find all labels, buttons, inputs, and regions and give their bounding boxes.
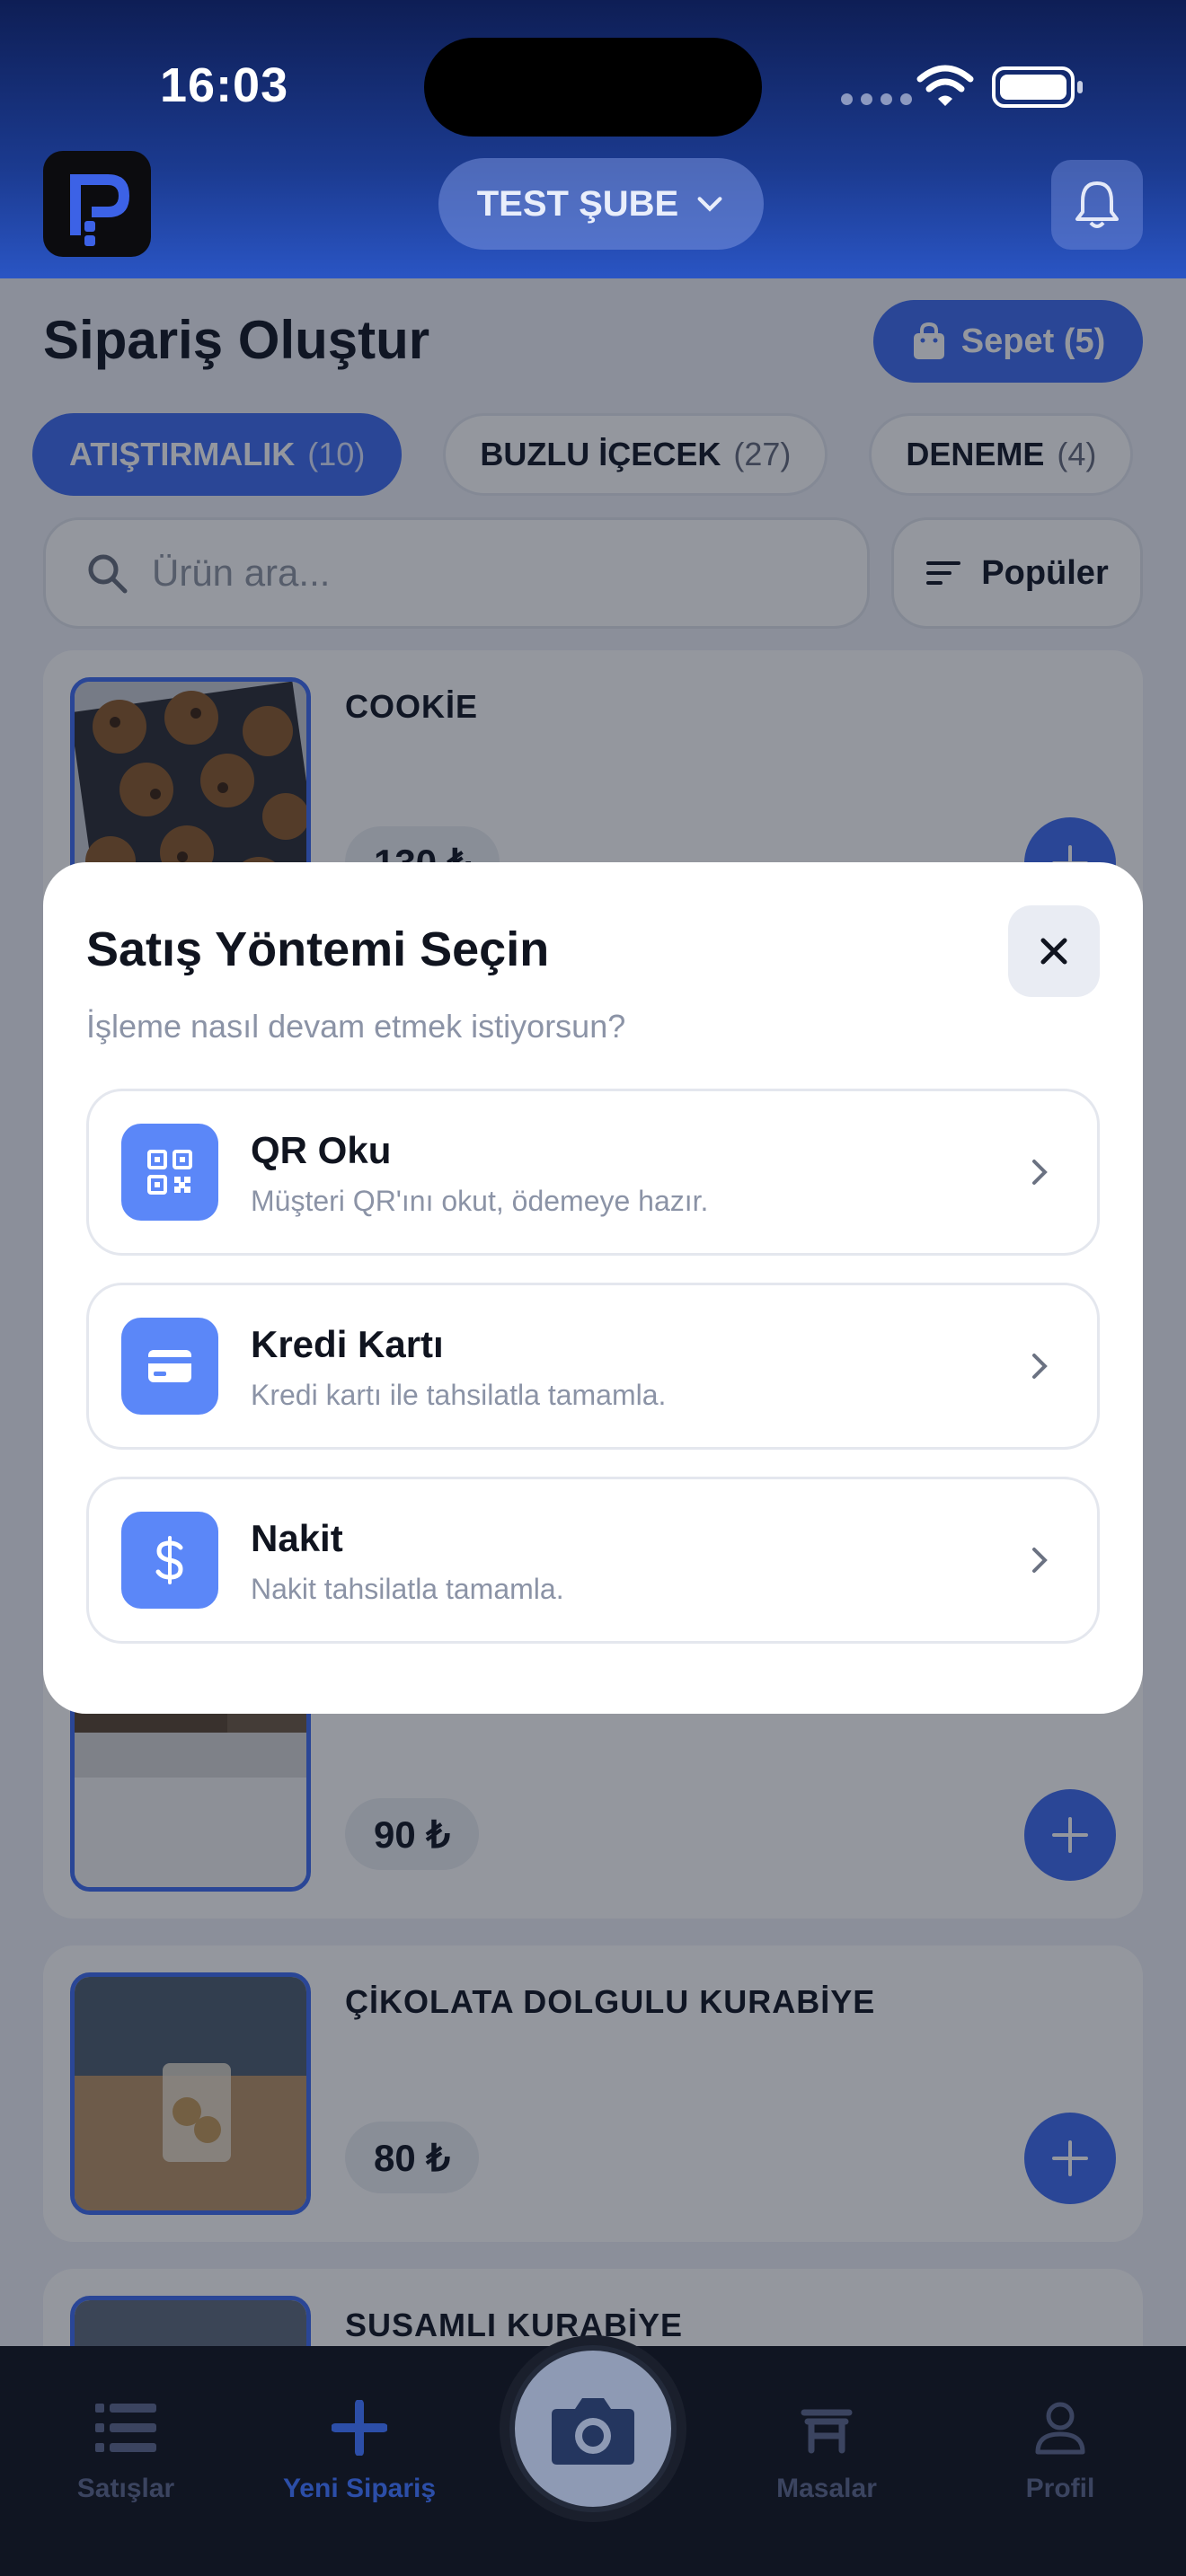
tab-yeni-siparis[interactable]: Yeni Sipariş (252, 2400, 467, 2504)
option-description: Müşteri QR'ını okut, ödemeye hazır. (251, 1185, 709, 1217)
option-qr[interactable]: QR Oku Müşteri QR'ını okut, ödemeye hazı… (86, 1089, 1100, 1256)
option-cash[interactable]: Nakit Nakit tahsilatla tamamla. (86, 1477, 1100, 1644)
wifi-icon (916, 65, 974, 106)
table-icon (801, 2409, 853, 2454)
battery-icon (992, 66, 1083, 108)
dynamic-island (424, 38, 762, 137)
camera-scan-button[interactable] (500, 2335, 686, 2522)
modal-title: Satış Yöntemi Seçin (86, 922, 550, 976)
tab-profil[interactable]: Profil (952, 2400, 1168, 2504)
user-icon (1035, 2402, 1085, 2455)
option-label: Nakit (251, 1517, 343, 1559)
branch-selector[interactable]: TEST ŞUBE (438, 158, 764, 250)
credit-card-icon (121, 1318, 218, 1415)
tab-label: Satışlar (76, 2474, 175, 2503)
tab-masalar[interactable]: Masalar (719, 2400, 934, 2504)
branch-name: TEST ŞUBE (476, 183, 679, 224)
option-description: Nakit tahsilatla tamamla. (251, 1573, 564, 1605)
sale-method-modal: Satış Yöntemi Seçin İşleme nasıl devam e… (43, 862, 1143, 1714)
dollar-icon (121, 1512, 218, 1609)
tab-label: Profil (1025, 2474, 1095, 2503)
option-label: Kredi Kartı (251, 1323, 444, 1365)
tab-label: Masalar (776, 2474, 877, 2503)
cellular-signal-icon (841, 93, 912, 105)
plus-icon (332, 2400, 387, 2456)
close-button[interactable] (1008, 905, 1100, 997)
app-header: 16:03 TEST ŞUBE (0, 0, 1186, 278)
bell-icon (1075, 181, 1119, 228)
tab-label: Yeni Sipariş (282, 2474, 437, 2503)
option-credit-card[interactable]: Kredi Kartı Kredi kartı ile tahsilatla t… (86, 1283, 1100, 1450)
camera-icon (552, 2398, 634, 2465)
chevron-right-icon (1032, 1354, 1048, 1379)
status-time: 16:03 (160, 58, 289, 112)
app-logo (43, 151, 151, 257)
chevron-right-icon (1032, 1160, 1048, 1185)
chevron-down-icon (697, 197, 722, 212)
option-label: QR Oku (251, 1129, 392, 1171)
chevron-right-icon (1032, 1548, 1048, 1573)
qr-code-icon (121, 1124, 218, 1221)
tab-satislar[interactable]: Satışlar (18, 2400, 234, 2504)
option-description: Kredi kartı ile tahsilatla tamamla. (251, 1379, 667, 1411)
close-icon (1040, 938, 1067, 965)
list-icon (95, 2404, 156, 2452)
notifications-button[interactable] (1051, 160, 1143, 250)
modal-subtitle: İşleme nasıl devam etmek istiyorsun? (86, 1008, 626, 1045)
